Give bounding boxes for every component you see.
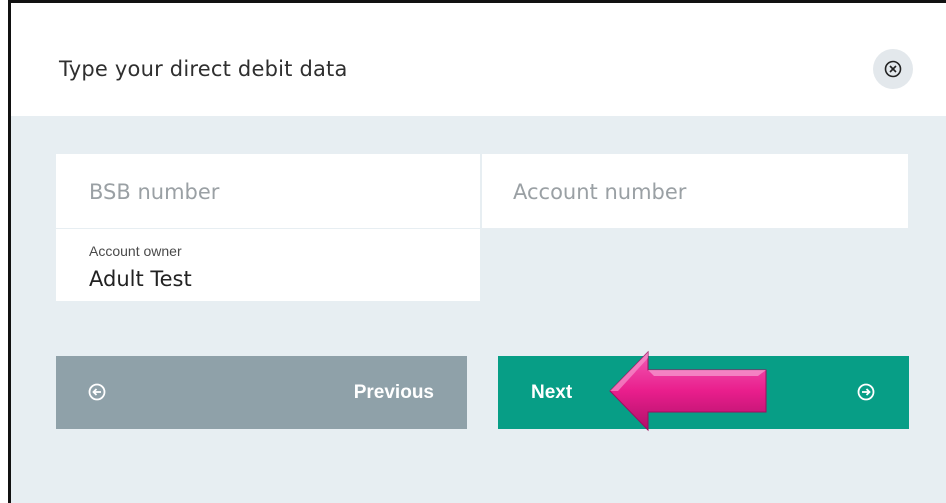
previous-label: Previous [353, 382, 434, 403]
account-number-field[interactable]: Account number [482, 154, 908, 228]
account-owner-field[interactable]: Account owner Adult Test [56, 229, 480, 301]
arrow-right-circle-icon [857, 383, 875, 401]
close-circle-icon [884, 60, 902, 78]
bsb-number-field[interactable]: BSB number [56, 154, 480, 228]
account-owner-value: Adult Test [89, 267, 192, 291]
account-owner-label: Account owner [89, 243, 182, 259]
pointer-arrow-icon [609, 350, 767, 432]
previous-button[interactable]: Previous [56, 356, 467, 429]
account-number-placeholder: Account number [513, 180, 687, 204]
next-label: Next [531, 382, 573, 403]
dialog-title: Type your direct debit data [59, 57, 348, 81]
arrow-left-circle-icon [88, 383, 106, 401]
dialog-header: Type your direct debit data [11, 3, 946, 116]
direct-debit-dialog: Type your direct debit data BSB number A… [8, 0, 946, 503]
bsb-number-placeholder: BSB number [89, 180, 220, 204]
close-button[interactable] [873, 49, 913, 89]
